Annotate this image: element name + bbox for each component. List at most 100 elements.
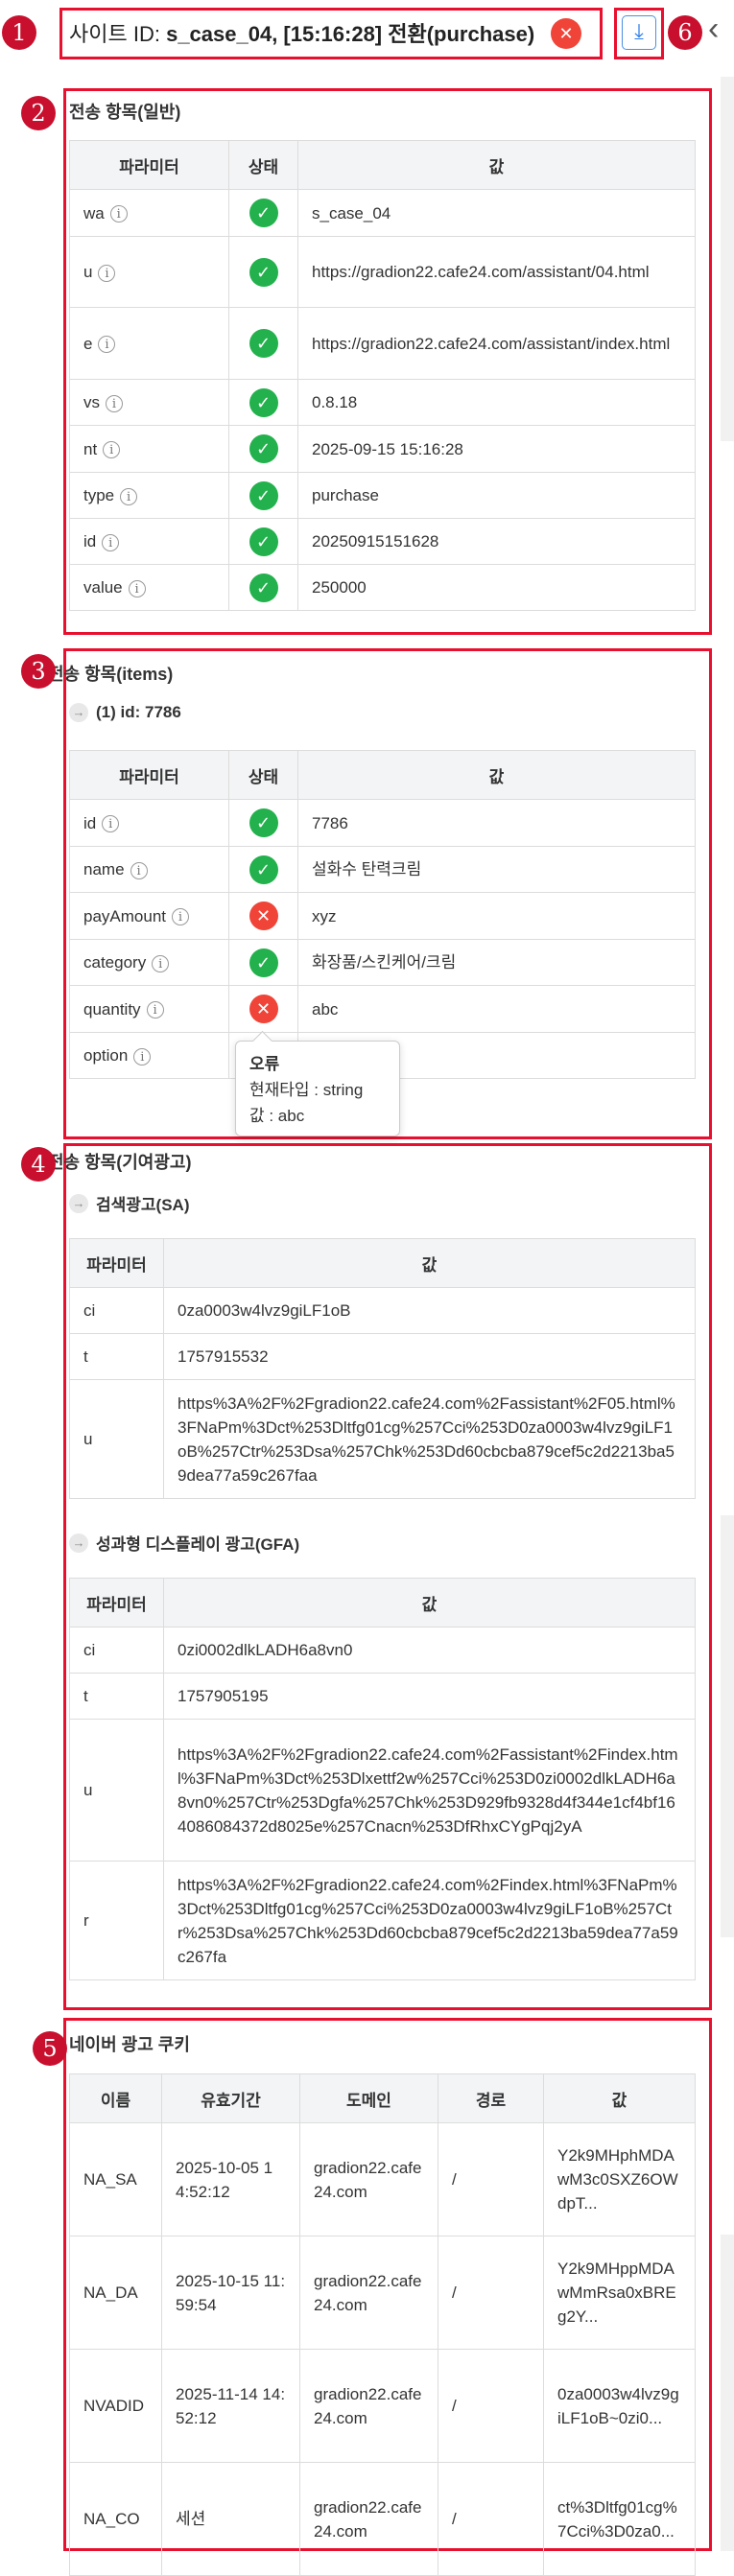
param-cell: payAmount i xyxy=(69,892,229,940)
check-circle-icon: ✓ xyxy=(249,855,278,884)
site-label: 사이트 ID: xyxy=(69,22,160,46)
status-cell: ✓ xyxy=(228,939,298,986)
value-cell: 20250915151628 xyxy=(297,518,696,565)
info-icon[interactable]: i xyxy=(130,861,148,879)
cookie-path-cell: / xyxy=(438,2349,544,2463)
param-cell: value i xyxy=(69,564,229,611)
param-cell: name i xyxy=(69,846,229,893)
status-cell: ✓ xyxy=(228,307,298,380)
gfa-table: 파라미터 값 ci 0zi0002dlkLADH6a8vn0 t 1757905… xyxy=(69,1578,696,1980)
tooltip-title: 오류 xyxy=(249,1055,280,1073)
x-circle-icon[interactable]: ✕ xyxy=(249,995,278,1023)
callout-badge-3: 3 xyxy=(21,654,56,689)
check-circle-icon: ✓ xyxy=(249,387,278,417)
value-cell: 2025-09-15 15:16:28 xyxy=(297,425,696,473)
sa-group-toggle[interactable]: → 검색광고(SA) xyxy=(69,1191,190,1215)
value-cell: https%3A%2F%2Fgradion22.cafe24.com%2Fass… xyxy=(163,1719,696,1862)
param-cell: quantity i xyxy=(69,985,229,1033)
status-cell: ✓ xyxy=(228,564,298,611)
chevron-left-icon[interactable]: ‹ xyxy=(708,10,719,48)
item-group-toggle[interactable]: → (1) id: 7786 xyxy=(69,703,181,722)
table-row: category i ✓ 화장품/스킨케어/크림 xyxy=(69,939,696,986)
sa-group-label: 검색광고(SA) xyxy=(96,1196,190,1214)
param-cell: ui xyxy=(69,236,229,308)
col-header-value: 값 xyxy=(297,140,696,190)
info-icon[interactable]: i xyxy=(133,1047,152,1066)
table-row: ei ✓ https://gradion22.cafe24.com/assist… xyxy=(69,307,696,380)
param-cell: u xyxy=(69,1379,164,1499)
cookies-table: 이름 유효기간 도메인 경로 값 NA_SA 2025-10-05 14:52:… xyxy=(69,2073,696,2576)
table-row: value i ✓ 250000 xyxy=(69,564,696,611)
table-row: r https%3A%2F%2Fgradion22.cafe24.com%2Fi… xyxy=(69,1861,696,1980)
info-icon[interactable]: i xyxy=(109,205,128,223)
check-circle-icon: ✓ xyxy=(249,257,278,287)
scrollbar-track[interactable] xyxy=(721,77,734,441)
param-cell: ei xyxy=(69,307,229,380)
gfa-group-toggle[interactable]: → 성과형 디스플레이 광고(GFA) xyxy=(69,1531,299,1555)
arrow-right-icon: → xyxy=(69,1193,88,1213)
check-circle-icon: ✓ xyxy=(249,480,278,510)
col-header-value: 값 xyxy=(163,1578,696,1628)
value-cell: s_case_04 xyxy=(297,189,696,237)
col-header-param: 파라미터 xyxy=(69,140,229,190)
value-cell: 7786 xyxy=(297,799,696,847)
info-icon[interactable]: i xyxy=(106,394,123,412)
check-circle-icon: ✓ xyxy=(249,808,278,837)
cookie-value-cell: Y2k9MHphMDAwM3c0SXZ6OWdpT... xyxy=(543,2122,696,2236)
error-tooltip: 오류 현재타입 : string 값 : abc xyxy=(235,1041,400,1136)
scrollbar-track[interactable] xyxy=(721,1515,734,1937)
callout-badge-2: 2 xyxy=(21,96,56,130)
info-icon[interactable]: i xyxy=(102,815,120,833)
section-title-general: 전송 항목(일반) xyxy=(69,103,181,122)
col-header-value: 값 xyxy=(163,1238,696,1288)
tooltip-type: 현재타입 : string xyxy=(249,1081,364,1099)
x-circle-icon[interactable]: ✕ xyxy=(249,902,278,930)
callout-badge-1: 1 xyxy=(2,15,36,50)
value-cell: 0.8.18 xyxy=(297,379,696,426)
cookie-path-cell: / xyxy=(438,2236,544,2350)
callout-badge-6: 6 xyxy=(668,15,702,50)
close-icon[interactable]: ✕ xyxy=(551,18,581,49)
value-cell: 설화수 탄력크림 xyxy=(297,846,696,893)
cookie-name-cell: NA_CO xyxy=(69,2462,162,2576)
check-circle-icon: ✓ xyxy=(249,199,278,227)
value-cell: 250000 xyxy=(297,564,696,611)
status-cell: ✓ xyxy=(228,846,298,893)
col-header-status: 상태 xyxy=(228,750,298,800)
table-row: NA_DA 2025-10-15 11:59:54 gradion22.cafe… xyxy=(69,2236,696,2350)
download-button[interactable]: ⤓ xyxy=(622,15,656,50)
site-text: s_case_04, [15:16:28] 전환(purchase) xyxy=(166,22,535,46)
table-row: id i ✓ 20250915151628 xyxy=(69,518,696,565)
cookie-domain-cell: gradion22.cafe24.com xyxy=(299,2122,438,2236)
info-icon[interactable]: i xyxy=(98,264,116,282)
param-cell: wa i xyxy=(69,189,229,237)
col-header-value: 값 xyxy=(543,2073,696,2123)
gfa-group-label: 성과형 디스플레이 광고(GFA) xyxy=(96,1535,300,1554)
item-group-label: (1) id: 7786 xyxy=(96,703,181,721)
cookie-path-cell: / xyxy=(438,2122,544,2236)
info-icon[interactable]: i xyxy=(152,954,170,972)
info-icon[interactable]: i xyxy=(102,533,120,551)
table-row: name i ✓ 설화수 탄력크림 xyxy=(69,846,696,893)
info-icon[interactable]: i xyxy=(120,487,138,505)
table-row: NVADID 2025-11-14 14:52:12 gradion22.caf… xyxy=(69,2349,696,2463)
info-icon[interactable]: i xyxy=(172,908,189,926)
info-icon[interactable]: i xyxy=(98,336,116,354)
info-icon[interactable]: i xyxy=(103,441,121,459)
scrollbar-track[interactable] xyxy=(721,2235,734,2551)
param-cell: r xyxy=(69,1861,164,1980)
section-title-items: 전송 항목(items) xyxy=(48,665,174,684)
table-row: payAmount i ✕ xyz xyxy=(69,892,696,940)
callout-badge-4: 4 xyxy=(21,1147,56,1182)
status-cell: ✓ xyxy=(228,799,298,847)
status-cell: ✕ xyxy=(228,985,298,1033)
info-icon[interactable]: i xyxy=(128,579,146,597)
table-row: u https%3A%2F%2Fgradion22.cafe24.com%2Fa… xyxy=(69,1719,696,1862)
param-cell: vs i xyxy=(69,379,229,426)
check-circle-icon: ✓ xyxy=(249,527,278,556)
info-icon[interactable]: i xyxy=(146,1001,164,1019)
col-header-status: 상태 xyxy=(228,140,298,190)
cookie-path-cell: / xyxy=(438,2462,544,2576)
table-row: t 1757905195 xyxy=(69,1673,696,1720)
param-cell: id i xyxy=(69,799,229,847)
